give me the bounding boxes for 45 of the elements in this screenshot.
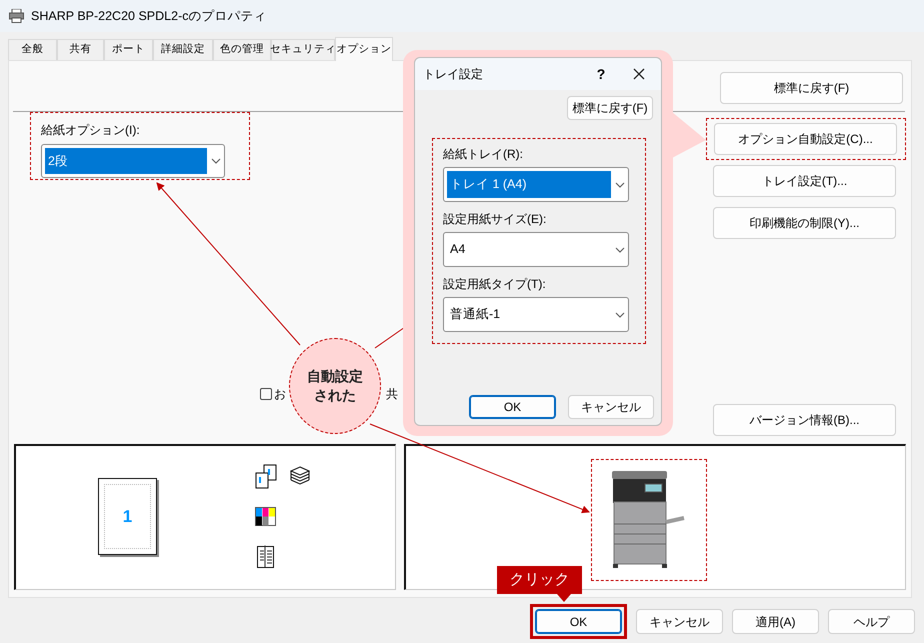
dialog-button[interactable]: OK	[469, 395, 556, 419]
field-label: 給紙オプション(I):	[41, 122, 141, 139]
callout-pointer	[557, 594, 571, 602]
tab[interactable]: 詳細設定	[153, 39, 213, 60]
printer-icon	[9, 9, 24, 23]
reset-button[interactable]: 標準に戻す(F)	[720, 72, 903, 104]
chevron-icon	[615, 312, 625, 318]
dropdown-field[interactable]: A4	[443, 232, 629, 267]
field-label: 給紙トレイ(R):	[443, 146, 524, 163]
checkbox-label: 共	[386, 386, 398, 403]
tab[interactable]: 共有	[57, 39, 104, 60]
collate-icon	[255, 464, 278, 490]
feed-option-select[interactable]: 2段	[41, 144, 225, 178]
version-button[interactable]: バージョン情報(B)...	[713, 404, 896, 436]
dropdown-field[interactable]: トレイ 1 (A4)	[443, 167, 629, 202]
dialog-button[interactable]: 適用(A)	[732, 609, 819, 634]
tab[interactable]: セキュリティ	[271, 39, 335, 60]
booklet-icon	[257, 545, 275, 569]
checkbox[interactable]	[260, 388, 272, 400]
tab[interactable]: オプション	[335, 37, 393, 61]
tab[interactable]: ポート	[104, 39, 153, 60]
reset-button[interactable]: 標準に戻す(F)	[567, 96, 653, 120]
field-label: 設定用紙タイプ(T):	[443, 276, 547, 293]
tray-settings-button[interactable]: トレイ設定(T)...	[713, 165, 896, 197]
dialog-title: トレイ設定	[423, 66, 483, 83]
chevron-icon	[211, 158, 221, 164]
field-label: 設定用紙サイズ(E):	[443, 211, 548, 228]
chevron-icon	[615, 246, 625, 252]
dialog-button[interactable]: キャンセル	[568, 395, 654, 419]
restrict-button[interactable]: 印刷機能の制限(Y)...	[713, 207, 896, 239]
tab[interactable]: 色の管理	[213, 39, 271, 60]
dialog-button[interactable]: キャンセル	[636, 609, 723, 634]
chevron-icon	[615, 182, 625, 188]
close-icon[interactable]	[633, 68, 645, 80]
dialog-button[interactable]: OK	[535, 609, 622, 634]
color-mode-icon	[255, 507, 276, 526]
page-number: 1	[122, 506, 132, 528]
tab[interactable]: 全般	[8, 39, 57, 60]
dropdown-field[interactable]: 普通紙-1	[443, 297, 629, 332]
auto-config-button[interactable]: オプション自動設定(C)...	[714, 123, 897, 155]
help-button[interactable]: ?	[591, 64, 611, 84]
paper-stack-icon	[290, 466, 310, 486]
checkbox-label: お	[274, 386, 286, 403]
dialog-button[interactable]: ヘルプ	[828, 609, 915, 634]
window-title: SHARP BP-22C20 SPDL2-cのプロパティ	[31, 8, 266, 25]
